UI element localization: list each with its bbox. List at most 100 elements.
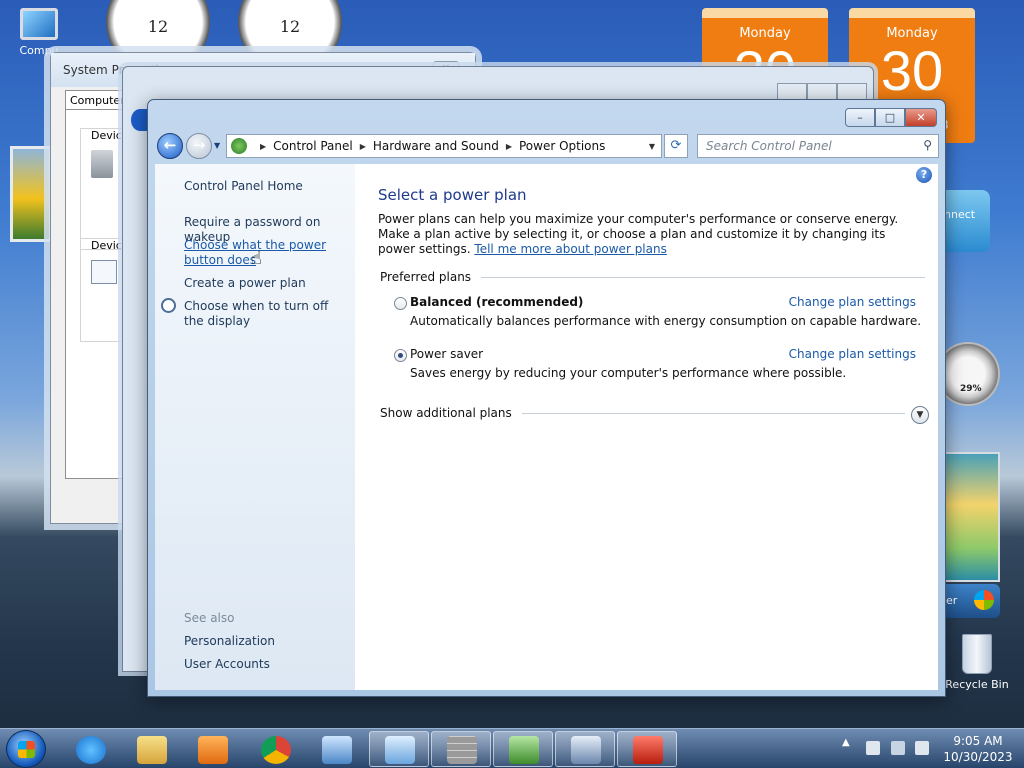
media-player-icon [198,736,228,764]
hand-cursor-icon: ☝ [251,248,262,269]
taskbar: ▲ 9:05 AM 10/30/2023 [0,728,1024,768]
breadcrumb-separator-icon[interactable]: ▶ [360,142,366,151]
turn-off-display-link[interactable]: Choose when to turn off the display [184,299,344,329]
taskbar-utility[interactable] [493,731,553,767]
control-panel-icon [385,736,415,764]
divider [481,276,925,278]
navigation-bar: ← → ▼ ▶ Control Panel ▶ Hardware and Sou… [156,132,939,160]
control-panel-home-link[interactable]: Control Panel Home [184,179,354,194]
start-button[interactable] [6,730,46,768]
forward-button[interactable]: → [186,133,212,159]
recycle-bin-icon [962,634,992,674]
firewall-icon [447,736,477,764]
address-dropdown-icon[interactable]: ▼ [649,142,661,151]
media-label: er [946,594,958,607]
breadcrumb-separator-icon[interactable]: ▶ [260,142,266,151]
search-icon[interactable]: ⚲ [923,138,932,152]
breadcrumb-separator-icon[interactable]: ▶ [506,142,512,151]
help-icon[interactable]: ? [916,167,932,183]
recycle-bin-label: Recycle Bin [945,678,1009,691]
clock-numeral: 12 [147,17,169,36]
taskbar-date: 10/30/2023 [943,750,1013,764]
action-center-icon[interactable] [866,741,880,755]
taskbar-time: 9:05 AM [953,734,1003,748]
internet-explorer-icon [76,736,106,764]
tell-me-more-link[interactable]: Tell me more about power plans [474,242,666,256]
change-plan-settings-link[interactable]: Change plan settings [789,295,916,309]
gauge-readout: 29% [960,384,982,394]
plan-description: Automatically balances performance with … [410,314,922,328]
taskbar-media-player[interactable] [182,731,242,767]
plan-power-saver[interactable]: Power saver Saves energy by reducing you… [394,347,916,383]
taskbar-internet-explorer[interactable] [60,731,120,767]
power-options-window[interactable]: – □ ✕ ← → ▼ ▶ Control Panel ▶ Hardware a… [147,99,946,697]
picture-puzzle-gadget[interactable] [944,452,1000,582]
preferred-plans-label: Preferred plans [380,270,472,284]
connect-gadget[interactable]: nnect [944,190,990,252]
address-bar[interactable]: ▶ Control Panel ▶ Hardware and Sound ▶ P… [226,134,662,158]
taskbar-firewall[interactable] [431,731,491,767]
show-additional-plans[interactable]: Show additional plans [380,406,905,420]
balanced-radio[interactable] [394,297,407,310]
content-area: Control Panel Home Require a password on… [155,164,938,690]
taskbar-toolbox[interactable] [617,731,677,767]
preferred-plans-header: Preferred plans [380,270,925,284]
toolbox-icon [633,736,663,764]
system-icon [571,736,601,764]
chevron-down-icon[interactable]: ▼ [911,406,929,424]
taskbar-clock[interactable]: 9:05 AM 10/30/2023 [938,733,1018,765]
media-center-gadget[interactable]: er [944,584,1000,618]
plan-balanced[interactable]: Balanced (recommended) Automatically bal… [394,295,921,331]
slideshow-gadget[interactable] [10,146,52,242]
user-accounts-link[interactable]: User Accounts [184,657,354,672]
network-status-icon[interactable] [891,741,905,755]
minimize-button[interactable]: – [845,108,875,127]
refresh-button[interactable]: ⟳ [664,134,688,158]
volume-icon[interactable] [915,741,929,755]
change-plan-settings-link[interactable]: Change plan settings [789,347,916,361]
device-group-1: Device [80,128,129,250]
intro-text: Power plans can help you maximize your c… [378,212,918,257]
close-button[interactable]: ✕ [905,108,937,127]
breadcrumb-control-panel[interactable]: Control Panel [273,139,353,153]
network-icon [322,736,352,764]
search-input[interactable]: Search Control Panel ⚲ [697,134,939,158]
taskbar-system[interactable] [555,731,615,767]
back-button[interactable]: ← [157,133,183,159]
power-saver-radio[interactable] [394,349,407,362]
breadcrumb-power-options[interactable]: Power Options [519,139,605,153]
maximize-button[interactable]: □ [875,108,905,127]
taskbar-windows-explorer[interactable] [121,731,181,767]
device-group-2: Device [80,238,129,342]
taskbar-network[interactable] [306,731,366,767]
checklist-icon [91,260,117,284]
computer-icon [20,8,58,40]
divider [521,412,905,414]
create-power-plan-link[interactable]: Create a power plan [184,276,354,291]
utility-icon [509,736,539,764]
main-pane: ? Select a power plan Power plans can he… [355,164,938,690]
breadcrumb-hardware-and-sound[interactable]: Hardware and Sound [373,139,499,153]
plan-name: Power saver [410,347,484,361]
task-pane: Control Panel Home Require a password on… [155,164,355,690]
power-button-link[interactable]: Choose what the power button does [184,238,352,268]
system-properties-panel: Device Device [65,109,129,479]
page-title: Select a power plan [378,186,527,204]
tab-computer-name[interactable]: Computer N [65,90,125,110]
connect-label: nnect [944,208,976,221]
plan-description: Saves energy by reducing your computer's… [410,366,847,380]
device-group-label: Device [91,129,129,142]
windows-logo-icon [974,590,994,610]
show-additional-plans-label: Show additional plans [380,406,512,420]
desktop-recycle-bin[interactable]: Recycle Bin [944,634,1010,691]
see-also-heading: See also [184,611,235,625]
show-hidden-icons-button[interactable]: ▲ [842,737,850,748]
clock-icon [161,298,176,313]
personalization-link[interactable]: Personalization [184,634,354,649]
taskbar-control-panel[interactable] [369,731,429,767]
plan-name: Balanced (recommended) [410,295,584,309]
taskbar-chrome[interactable] [245,731,305,767]
folder-icon [137,736,167,764]
desktop-computer-icon[interactable]: Compu [10,8,68,57]
recent-pages-dropdown[interactable]: ▼ [214,141,220,150]
